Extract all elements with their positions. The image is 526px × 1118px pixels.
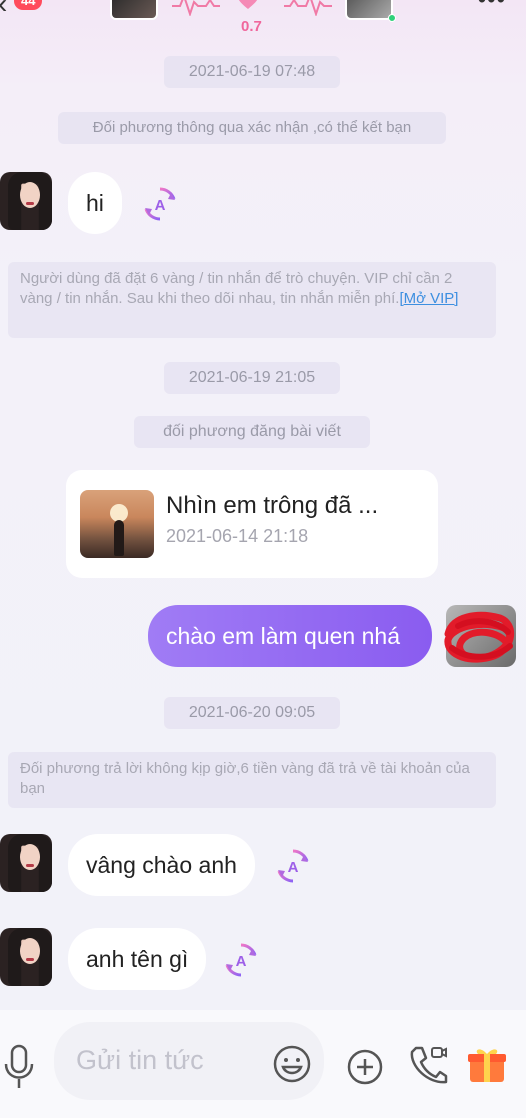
- open-vip-link[interactable]: [Mở VIP]: [399, 290, 458, 307]
- pulse-line-left-icon: [172, 0, 220, 16]
- outgoing-message[interactable]: chào em làm quen nhá: [148, 605, 432, 667]
- refund-notice: Đối phương trả lời không kịp giờ,6 tiền …: [8, 752, 496, 808]
- post-date: 2021-06-14 21:18: [166, 526, 309, 546]
- translate-icon[interactable]: A: [274, 847, 312, 885]
- timestamp-chip: 2021-06-19 21:05: [164, 362, 340, 394]
- svg-text:A: A: [236, 953, 247, 970]
- timestamp-chip: 2021-06-19 07:48: [164, 56, 340, 88]
- vip-notice-text: Người dùng đã đặt 6 vàng / tin nhắn để t…: [20, 270, 453, 307]
- plus-icon[interactable]: [346, 1048, 384, 1086]
- heart-icon[interactable]: [236, 0, 260, 10]
- contact-avatar[interactable]: [0, 172, 52, 230]
- online-indicator: [388, 14, 396, 22]
- vip-notice: Người dùng đã đặt 6 vàng / tin nhắn để t…: [8, 262, 496, 338]
- contact-avatar[interactable]: [0, 928, 52, 986]
- svg-text:A: A: [155, 197, 166, 214]
- my-header-avatar[interactable]: [110, 0, 158, 20]
- chat-header: ‹ 44 0.7 •••: [0, 0, 526, 42]
- incoming-message[interactable]: hi: [68, 172, 122, 234]
- video-call-icon[interactable]: [408, 1044, 448, 1086]
- contact-avatar[interactable]: [0, 834, 52, 892]
- system-message-post: đối phương đăng bài viết: [134, 416, 370, 448]
- unread-count-badge: 44: [14, 0, 43, 10]
- emoji-icon[interactable]: [272, 1044, 312, 1084]
- redaction-scribble: [444, 611, 514, 663]
- incoming-message[interactable]: vâng chào anh: [68, 834, 255, 896]
- incoming-message[interactable]: anh tên gì: [68, 928, 207, 990]
- gift-icon[interactable]: [466, 1044, 508, 1086]
- post-card[interactable]: Nhìn em trông đã ... 2021-06-14 21:18: [66, 470, 438, 578]
- translate-icon[interactable]: A: [141, 185, 179, 223]
- pulse-line-right-icon: [284, 0, 332, 16]
- intimacy-value: 0.7: [241, 18, 262, 35]
- contact-header-avatar[interactable]: [345, 0, 393, 20]
- svg-text:A: A: [288, 859, 299, 876]
- post-thumbnail: [80, 490, 154, 558]
- system-message-friend: Đối phương thông qua xác nhận ,có thể kế…: [58, 112, 446, 144]
- post-title: Nhìn em trông đã ...: [166, 492, 379, 519]
- message-input[interactable]: [76, 1040, 266, 1080]
- translate-icon[interactable]: A: [222, 941, 260, 979]
- mic-icon[interactable]: [2, 1044, 36, 1090]
- more-icon[interactable]: •••: [478, 0, 506, 14]
- timestamp-chip: 2021-06-20 09:05: [164, 697, 340, 729]
- chevron-left-icon[interactable]: ‹: [0, 0, 7, 18]
